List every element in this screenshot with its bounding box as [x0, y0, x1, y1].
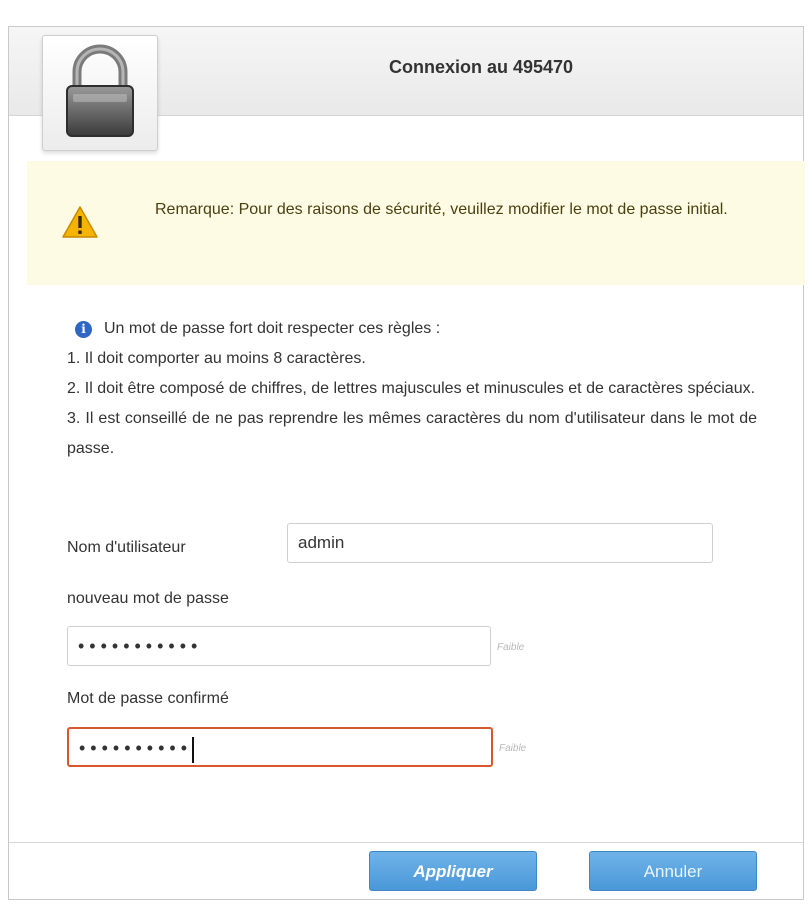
lock-icon-container — [42, 35, 158, 151]
apply-button[interactable]: Appliquer — [369, 851, 537, 891]
cancel-button[interactable]: Annuler — [589, 851, 757, 891]
warning-icon — [62, 206, 98, 238]
info-icon: i — [75, 320, 92, 338]
new-password-strength: Faible — [497, 642, 525, 653]
new-password-value: ••••••••••• — [78, 636, 203, 656]
dialog-footer: Appliquer Annuler — [9, 842, 803, 899]
username-field[interactable]: admin — [287, 523, 713, 563]
login-dialog: Connexion au 495470 Remarque: Pour des r… — [8, 26, 805, 900]
security-notice: Remarque: Pour des raisons de sécurité, … — [27, 161, 805, 285]
text-caret — [192, 736, 195, 763]
lock-icon — [66, 44, 134, 137]
new-password-label: nouveau mot de passe — [67, 590, 229, 607]
password-rules: i Un mot de passe fort doit respecter ce… — [67, 314, 757, 464]
rule-item: 1. Il doit comporter au moins 8 caractèr… — [67, 350, 366, 367]
rules-intro: Un mot de passe fort doit respecter ces … — [104, 320, 441, 337]
confirm-password-field[interactable]: •••••••••• — [67, 727, 493, 767]
confirm-password-strength: Faible — [499, 743, 527, 754]
confirm-password-value: •••••••••• — [79, 738, 193, 758]
new-password-field[interactable]: ••••••••••• — [67, 626, 491, 666]
rules-intro-line: i Un mot de passe fort doit respecter ce… — [67, 314, 757, 344]
confirm-password-label: Mot de passe confirmé — [67, 690, 229, 707]
notice-text: Remarque: Pour des raisons de sécurité, … — [155, 201, 728, 218]
rule-item: 3. Il est conseillé de ne pas reprendre … — [67, 410, 757, 457]
username-label: Nom d'utilisateur — [67, 539, 186, 556]
rule-item: 2. Il doit être composé de chiffres, de … — [67, 380, 756, 397]
